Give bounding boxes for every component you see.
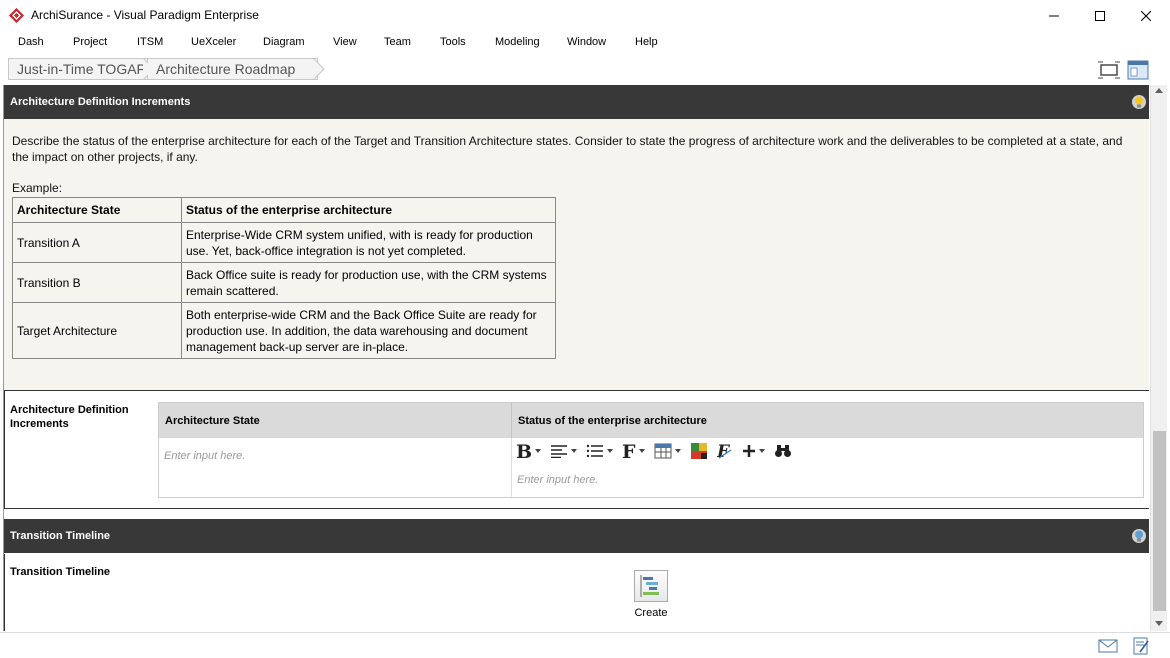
input-table: Architecture State Status of the enterpr…	[158, 402, 1144, 498]
menu-window[interactable]: Window	[567, 36, 606, 48]
menu-itsm[interactable]: ITSM	[137, 36, 163, 48]
create-timeline-button[interactable]: Create	[630, 570, 672, 619]
table-cell: Transition A	[12, 222, 182, 263]
plus-icon	[743, 445, 755, 457]
architecture-state-input[interactable]: Enter input here.	[159, 438, 512, 498]
menu-dash[interactable]: Dash	[18, 36, 44, 48]
table-cell: Enterprise-Wide CRM system unified, with…	[181, 222, 556, 263]
mail-icon[interactable]	[1098, 637, 1118, 655]
list-button[interactable]	[586, 441, 613, 461]
panel-layout-icon[interactable]	[1127, 60, 1149, 80]
vertical-scrollbar[interactable]	[1150, 85, 1167, 631]
timeline-panel: Transition Timeline Create	[4, 554, 1149, 631]
maximize-icon	[1095, 10, 1105, 21]
example-label: Example:	[12, 181, 63, 195]
insert-button[interactable]	[742, 441, 765, 461]
status-bar	[0, 632, 1170, 658]
scroll-up-icon[interactable]	[1155, 88, 1163, 93]
field-label: Transition Timeline	[10, 566, 111, 578]
breadcrumb-item-roadmap[interactable]: Architecture Roadmap	[148, 58, 318, 80]
table-button[interactable]	[654, 441, 681, 461]
menu-help[interactable]: Help	[635, 36, 658, 48]
menu-project[interactable]: Project	[73, 36, 107, 48]
find-button[interactable]	[774, 441, 792, 461]
align-left-icon	[551, 445, 567, 458]
section-title: Transition Timeline	[10, 530, 111, 542]
description-panel: Describe the status of the enterprise ar…	[4, 119, 1149, 390]
menu-diagram[interactable]: Diagram	[263, 36, 305, 48]
align-button[interactable]	[550, 441, 577, 461]
rich-text-toolbar: B F F	[516, 440, 801, 462]
table-row: Transition B Back Office suite is ready …	[12, 262, 556, 303]
create-label: Create	[634, 607, 668, 619]
field-label: Architecture Definition Increments	[10, 404, 129, 430]
table-cell: Back Office suite is ready for productio…	[181, 262, 556, 303]
content-area: Architecture Definition Increments Descr…	[3, 85, 1149, 631]
minimize-button[interactable]	[1031, 0, 1077, 31]
window-title: ArchiSurance - Visual Paradigm Enterpris…	[31, 8, 259, 22]
fit-view-icon[interactable]	[1098, 60, 1120, 80]
placeholder-text: Enter input here.	[164, 450, 246, 462]
table-header: Status of the enterprise architecture	[181, 197, 556, 223]
scroll-down-icon[interactable]	[1155, 621, 1163, 626]
font-icon: F	[622, 442, 636, 460]
table-header: Architecture State	[12, 197, 182, 223]
lightbulb-icon[interactable]	[1132, 529, 1146, 543]
maximize-button[interactable]	[1077, 0, 1123, 31]
table-cell: Target Architecture	[12, 302, 182, 359]
menu-uexceler[interactable]: UeXceler	[191, 36, 236, 48]
menu-bar: Dash Project ITSM UeXceler Diagram View …	[0, 33, 1170, 53]
close-icon	[1141, 10, 1151, 21]
breadcrumb-item-togaf[interactable]: Just-in-Time TOGAF	[8, 58, 148, 80]
bold-icon: B	[516, 442, 532, 460]
placeholder-text: Enter input here.	[517, 474, 599, 486]
status-input[interactable]: B F F Enter input here.	[512, 438, 1143, 498]
section-title: Architecture Definition Increments	[10, 96, 191, 108]
app-logo-icon	[9, 8, 24, 23]
title-bar: ArchiSurance - Visual Paradigm Enterpris…	[0, 0, 1170, 31]
image-icon	[691, 443, 707, 459]
example-table: Architecture State Status of the enterpr…	[12, 197, 556, 359]
menu-modeling[interactable]: Modeling	[495, 36, 540, 48]
input-panel: Architecture Definition Increments Archi…	[4, 390, 1149, 509]
table-cell: Transition B	[12, 262, 182, 303]
svg-text:F: F	[622, 442, 636, 460]
minimize-icon	[1049, 15, 1059, 16]
svg-text:B: B	[516, 442, 532, 460]
insert-image-button[interactable]	[690, 441, 708, 461]
table-row: Transition A Enterprise-Wide CRM system …	[12, 222, 556, 263]
edit-note-icon[interactable]	[1131, 637, 1151, 655]
breadcrumb: Just-in-Time TOGAF Architecture Roadmap	[0, 56, 1170, 82]
menu-view[interactable]: View	[333, 36, 357, 48]
menu-tools[interactable]: Tools	[440, 36, 466, 48]
description-text: Describe the status of the enterprise ar…	[12, 134, 1123, 164]
gantt-chart-icon	[634, 570, 668, 602]
section-header-increments: Architecture Definition Increments	[4, 85, 1149, 119]
scrollbar-thumb[interactable]	[1153, 431, 1166, 611]
breadcrumb-end-icon	[313, 58, 325, 80]
table-cell: Both enterprise-wide CRM and the Back Of…	[181, 302, 556, 359]
section-header-timeline: Transition Timeline	[4, 519, 1149, 553]
formula-button[interactable]: F	[717, 441, 733, 461]
table-header-row: Architecture State Status of the enterpr…	[12, 197, 556, 223]
close-button[interactable]	[1123, 0, 1169, 31]
list-icon	[586, 444, 603, 458]
input-table-header: Architecture State	[159, 403, 512, 438]
table-row: Target Architecture Both enterprise-wide…	[12, 302, 556, 359]
table-icon	[654, 443, 672, 459]
lightbulb-icon[interactable]	[1132, 95, 1146, 109]
binoculars-icon	[775, 445, 791, 457]
menu-team[interactable]: Team	[384, 36, 411, 48]
bold-button[interactable]: B	[516, 441, 541, 461]
formula-icon: F	[717, 442, 732, 460]
input-table-header: Status of the enterprise architecture	[512, 403, 1143, 438]
font-button[interactable]: F	[622, 441, 645, 461]
